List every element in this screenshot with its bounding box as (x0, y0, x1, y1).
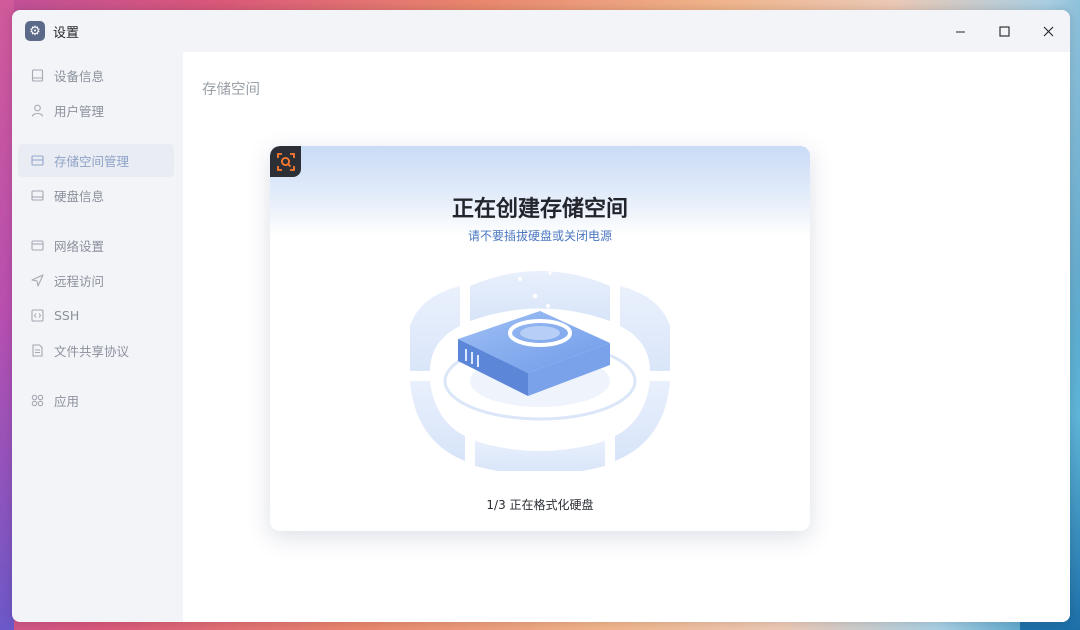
network-icon (30, 239, 44, 253)
title-bar[interactable]: ⚙ 设置 (12, 10, 1070, 52)
dialog-subtitle: 请不要插拔硬盘或关闭电源 (467, 229, 612, 243)
apps-icon (30, 394, 44, 408)
code-icon (30, 309, 44, 323)
progress-text: 1/3 正在格式化硬盘 (486, 498, 594, 512)
sidebar-item-label: 文件共享协议 (54, 344, 130, 359)
progress-dialog: 正在创建存储空间 请不要插拔硬盘或关闭电源 1/3 正在格式化硬盘 (270, 146, 810, 531)
main-panel: 存储空间 正在创建存储空间 请不要插拔硬盘或关闭电源 1/3 正在格式化硬盘 (183, 52, 1070, 622)
document-icon (30, 344, 44, 358)
sidebar-item-network[interactable]: 网络设置 (18, 229, 174, 262)
sidebar-item-remote-access[interactable]: 远程访问 (18, 264, 174, 297)
settings-window: ⚙ 设置 设备信息 用户管理 存储空间管理 硬盘信息 网络设置 远程访问 SSH… (12, 10, 1070, 622)
sidebar-item-label: 用户管理 (54, 104, 105, 119)
page-title: 存储空间 (202, 82, 260, 98)
sidebar-item-device-info[interactable]: 设备信息 (18, 59, 174, 92)
minimize-button[interactable] (938, 16, 982, 46)
user-icon (30, 104, 44, 118)
send-icon (30, 274, 44, 288)
sidebar-item-apps[interactable]: 应用 (18, 384, 174, 417)
sidebar-item-storage[interactable]: 存储空间管理 (18, 144, 174, 177)
sidebar-item-label: 存储空间管理 (54, 154, 130, 169)
storage-icon (30, 154, 44, 168)
disk-icon (30, 189, 44, 203)
search-scan-icon (270, 146, 301, 177)
sidebar-item-label: 远程访问 (54, 274, 105, 289)
watermark-subtext: SMYZ.NET (980, 602, 1060, 618)
sidebar-item-label: SSH (54, 308, 80, 323)
sidebar-item-label: 应用 (54, 394, 80, 409)
disk-format-illustration (410, 271, 670, 471)
sidebar-item-label: 设备信息 (54, 69, 105, 84)
dialog-title: 正在创建存储空间 (451, 197, 628, 222)
watermark-logo (913, 590, 941, 618)
gear-icon: ⚙ (25, 21, 45, 41)
sidebar-item-label: 网络设置 (54, 239, 105, 254)
close-icon (1043, 26, 1053, 36)
minimize-icon (955, 30, 965, 33)
device-icon (30, 69, 44, 83)
sidebar-item-disk-info[interactable]: 硬盘信息 (18, 179, 174, 212)
sidebar-item-users[interactable]: 用户管理 (18, 94, 174, 127)
maximize-icon (998, 25, 1010, 37)
maximize-button[interactable] (982, 16, 1026, 46)
sidebar: 设备信息 用户管理 存储空间管理 硬盘信息 网络设置 远程访问 SSH 文件共享… (12, 52, 182, 622)
sidebar-item-label: 硬盘信息 (54, 189, 105, 204)
close-button[interactable] (1026, 16, 1070, 46)
sidebar-item-file-sharing[interactable]: 文件共享协议 (18, 334, 174, 367)
window-title: 设置 (53, 26, 80, 41)
sidebar-item-ssh[interactable]: SSH (18, 299, 174, 332)
